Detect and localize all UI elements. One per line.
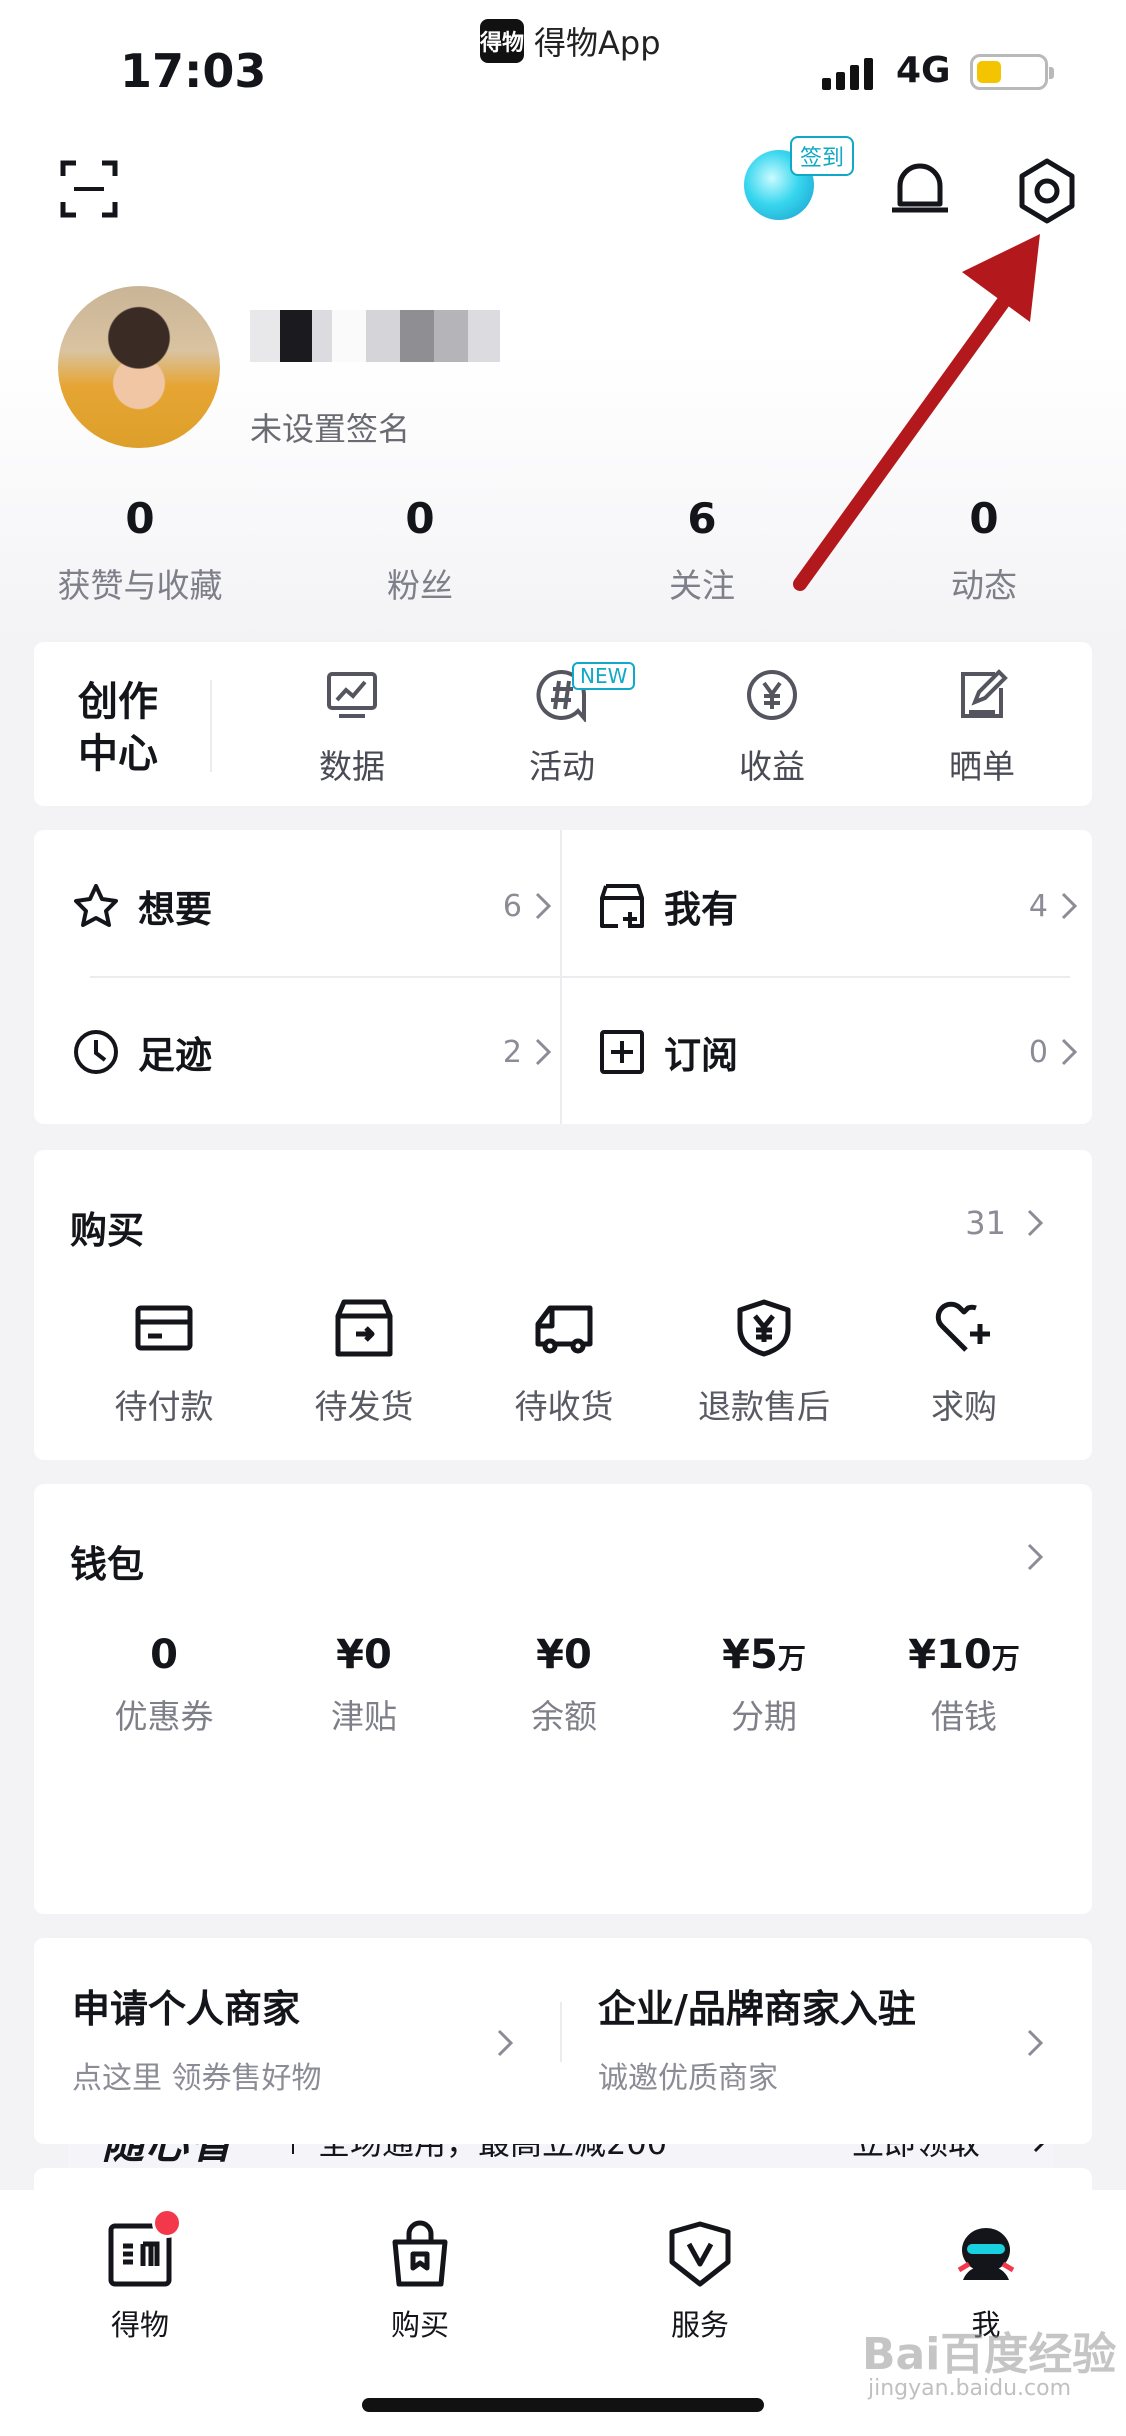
wallet-title[interactable]: 钱包 (70, 1534, 144, 1588)
order-pending-shipment[interactable]: 待发货 (264, 1298, 464, 1428)
edit-note-icon (961, 669, 1008, 718)
tab-buy[interactable]: 购买 (320, 2220, 520, 2344)
orders-card: 购买 31 待付款 待发货 待收货 退款售后 求购 (34, 1150, 1092, 1460)
quick-link-want[interactable]: 想要 6 (72, 856, 560, 956)
notification-dot (152, 2208, 182, 2238)
clock-icon (74, 1030, 118, 1074)
chevron-right-icon (1061, 892, 1078, 920)
wallet-balance[interactable]: ¥0 余额 (464, 1632, 664, 1738)
star-icon (74, 884, 118, 927)
order-wishlist[interactable]: 求购 (864, 1298, 1064, 1428)
card-icon (135, 1305, 193, 1351)
order-pending-payment[interactable]: 待付款 (64, 1298, 264, 1428)
sign-in-badge[interactable]: 签到 (790, 136, 855, 176)
merchant-card: 申请个人商家 点这里 领券售好物 企业/品牌商家入驻 诚邀优质商家 (34, 1938, 1092, 2144)
watermark: Bai百度经验 (862, 2329, 1117, 2380)
scan-icon[interactable] (60, 160, 118, 218)
divider (90, 976, 1070, 978)
order-pending-receipt[interactable]: 待收货 (464, 1298, 664, 1428)
watermark-url: jingyan.baidu.com (868, 2376, 1072, 2401)
yen-shield-icon (737, 1299, 791, 1357)
creator-center-title[interactable]: 创作中心 (78, 676, 168, 780)
chevron-right-icon (535, 892, 552, 920)
app-name: 得物App (534, 24, 661, 62)
creator-item-showcase[interactable]: 晒单 (912, 668, 1052, 788)
gear-icon[interactable] (1012, 156, 1082, 226)
signature[interactable]: 未设置签名 (250, 404, 410, 450)
heart-plus-icon (935, 1301, 990, 1352)
home-indicator (362, 2398, 764, 2412)
ninja-avatar-icon (957, 2228, 1015, 2280)
status-time: 17:03 (120, 44, 267, 98)
chevron-right-icon[interactable] (1026, 1542, 1044, 1572)
wallet-loan[interactable]: ¥10万 借钱 (864, 1632, 1064, 1738)
quick-link-subscribe[interactable]: 订阅 0 (598, 1002, 1086, 1102)
stat-following[interactable]: 6 关注 (602, 494, 802, 607)
battery-icon (970, 54, 1054, 90)
network-type: 4G (896, 50, 951, 91)
shopping-bag-icon (392, 2220, 448, 2287)
chevron-right-icon (1061, 1038, 1078, 1066)
new-badge: NEW (572, 662, 636, 690)
wallet-installment[interactable]: ¥5万 分期 (664, 1632, 864, 1738)
signal-icon (822, 56, 873, 90)
truck-icon (535, 1305, 593, 1354)
shield-v-icon (669, 2221, 731, 2287)
wallet-coupons[interactable]: 0 优惠券 (64, 1632, 264, 1738)
orders-count[interactable]: 31 (965, 1204, 1006, 1242)
stat-likes[interactable]: 0 获赞与收藏 (40, 494, 240, 607)
stat-posts[interactable]: 0 动态 (884, 494, 1084, 607)
chevron-right-icon[interactable] (1026, 1208, 1044, 1238)
merchant-enterprise[interactable]: 企业/品牌商家入驻 诚邀优质商家 (598, 1978, 916, 2097)
order-refund[interactable]: 退款售后 (664, 1298, 864, 1428)
wallet-card: 钱包 0 优惠券 ¥0 津贴 ¥0 余额 ¥5万 分期 ¥10万 借钱 随心省 … (34, 1484, 1092, 2186)
yen-coin-icon (747, 670, 797, 720)
divider (560, 2002, 562, 2062)
chevron-right-icon (535, 1038, 552, 1066)
tab-service[interactable]: 服务 (600, 2220, 800, 2344)
app-logo-icon: 得物 (480, 19, 524, 63)
chart-icon (327, 672, 377, 718)
creator-item-data[interactable]: 数据 (282, 668, 422, 788)
creator-item-earnings[interactable]: 收益 (702, 668, 842, 788)
box-add-icon (600, 884, 644, 928)
orders-title[interactable]: 购买 (70, 1200, 144, 1254)
stat-followers[interactable]: 0 粉丝 (320, 494, 520, 607)
divider (210, 680, 212, 772)
tab-home[interactable]: 得物 (40, 2220, 240, 2344)
app-indicator: 得物 得物App (480, 18, 661, 64)
chevron-right-icon[interactable] (496, 2028, 514, 2058)
bell-icon[interactable] (888, 156, 952, 222)
avatar[interactable] (58, 286, 220, 448)
quick-link-history[interactable]: 足迹 2 (72, 1002, 560, 1102)
plus-square-icon (600, 1030, 644, 1074)
merchant-personal[interactable]: 申请个人商家 点这里 领券售好物 (72, 1978, 322, 2097)
package-icon (335, 1299, 393, 1357)
chevron-right-icon[interactable] (1026, 2028, 1044, 2058)
username-redacted (250, 310, 500, 362)
creator-center-card: 创作中心 数据 活动 NEW 收益 晒单 (34, 642, 1092, 806)
wallet-allowance[interactable]: ¥0 津贴 (264, 1632, 464, 1738)
quick-link-own[interactable]: 我有 4 (598, 856, 1086, 956)
quick-links-card: 想要 6 我有 4 足迹 2 订阅 0 (34, 830, 1092, 1124)
